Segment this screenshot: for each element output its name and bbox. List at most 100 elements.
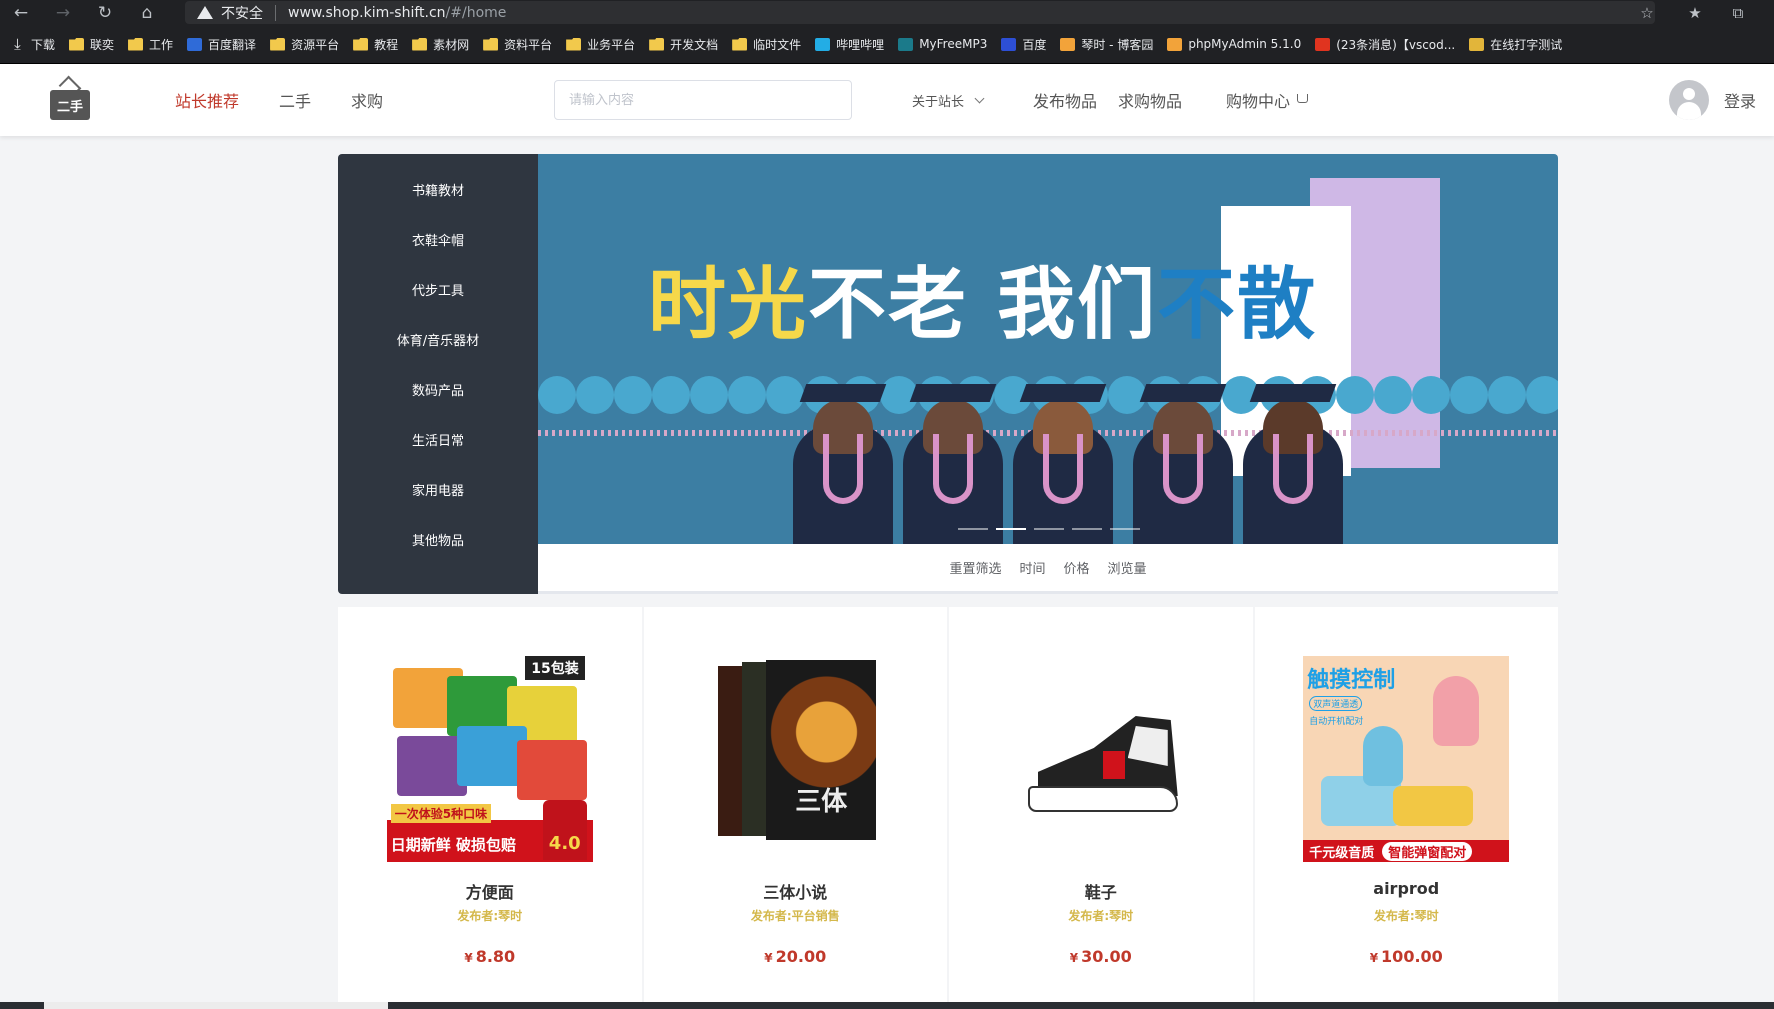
category-item[interactable]: 书籍教材	[338, 164, 538, 214]
product-name[interactable]: 方便面	[338, 879, 642, 903]
noodle-badge: 15包装	[525, 656, 585, 680]
nav-recommend[interactable]: 站长推荐	[175, 64, 239, 136]
bookmark-item[interactable]: 临时文件	[732, 36, 801, 53]
bookmark-item[interactable]: 琴时 - 博客园	[1060, 36, 1153, 53]
logo-board: 二手	[50, 90, 90, 120]
add-favorite-icon[interactable]: ☆	[1627, 0, 1667, 25]
translate-icon	[187, 37, 203, 51]
product-price: ¥20.00	[644, 947, 948, 966]
bookmark-item[interactable]: 在线打字测试	[1469, 36, 1562, 53]
bookmark-item[interactable]: 哔哩哔哩	[815, 36, 884, 53]
bookmark-item[interactable]: 素材网	[412, 36, 469, 53]
product-card[interactable]: 触摸控制 双声道通透 自动开机配对 千元级音质 智能弹窗配对 airprod 发…	[1254, 607, 1559, 1009]
filter-price[interactable]: 价格	[1064, 558, 1090, 577]
filter-reset[interactable]: 重置筛选	[949, 558, 1001, 577]
music-icon	[898, 37, 914, 51]
filter-time[interactable]: 时间	[1019, 558, 1045, 577]
product-image-shoe[interactable]	[998, 656, 1204, 862]
product-name[interactable]: 鞋子	[949, 879, 1253, 903]
category-item[interactable]: 生活日常	[338, 414, 538, 464]
category-menu: 书籍教材 衣鞋伞帽 代步工具 体育/音乐器材 数码产品 生活日常 家用电器 其他物品	[338, 154, 538, 594]
carousel-dot[interactable]	[1072, 528, 1102, 530]
back-arrow-icon[interactable]: ←	[0, 0, 42, 25]
product-card[interactable]: 鞋子 发布者:琴时 ¥30.00	[949, 607, 1253, 1009]
product-card[interactable]: 15包装 一次体验5种口味 日期新鲜 破损包赔 4.0 方便面 发布者:琴时 ¥…	[338, 607, 642, 1009]
category-item[interactable]: 家用电器	[338, 464, 538, 514]
product-image-book[interactable]: 三体	[692, 656, 898, 862]
category-item[interactable]: 数码产品	[338, 364, 538, 414]
favorites-icon[interactable]: ★	[1675, 0, 1715, 25]
bookmark-item[interactable]: (23条消息)【vscod...	[1315, 36, 1455, 53]
reload-icon[interactable]: ↻	[84, 0, 126, 25]
carousel-dot[interactable]	[958, 528, 988, 530]
price-value: 8.80	[475, 947, 516, 966]
banner-tree	[690, 376, 728, 414]
url-field[interactable]: 不安全 www.shop.kim-shift.cn /#/home	[185, 1, 1655, 24]
product-card[interactable]: 三体 三体小说 发布者:平台销售 ¥20.00	[643, 607, 948, 1009]
category-item[interactable]: 衣鞋伞帽	[338, 214, 538, 264]
product-price: ¥100.00	[1255, 947, 1559, 966]
carousel-dot[interactable]	[1034, 528, 1064, 530]
banner-tree	[1374, 376, 1412, 414]
site-logo[interactable]: 二手	[48, 75, 92, 124]
product-seller: 发布者:平台销售	[750, 909, 840, 923]
publish-link[interactable]: 发布物品	[1033, 64, 1097, 136]
product-image-noodles[interactable]: 15包装 一次体验5种口味 日期新鲜 破损包赔 4.0	[386, 656, 593, 862]
category-item[interactable]: 其他物品	[338, 514, 538, 564]
about-dropdown[interactable]: 关于站长	[912, 64, 985, 136]
banner-tree	[1450, 376, 1488, 414]
folder-icon	[649, 37, 665, 51]
product-image-earbuds[interactable]: 触摸控制 双声道通透 自动开机配对 千元级音质 智能弹窗配对	[1303, 656, 1510, 862]
bookmark-item[interactable]: 联奕	[69, 36, 114, 53]
banner-carousel[interactable]: 时光不老 我们不散	[538, 154, 1558, 544]
home-icon[interactable]: ⌂	[126, 0, 168, 25]
bookmarks-bar: ⤓ 下载 联奕 工作 百度翻译 资源平台 教程 素材网 资料平台 业务平台 开发文档 临时文件 哔哩哔哩…	[0, 25, 1774, 64]
currency-symbol: ¥	[464, 951, 473, 965]
graduate-figure	[1238, 374, 1348, 544]
collections-icon[interactable]: ⧉	[1718, 0, 1758, 25]
book-spine	[742, 662, 769, 836]
search-input[interactable]	[554, 80, 852, 120]
request-link[interactable]: 求购物品	[1118, 64, 1182, 136]
bookmark-item[interactable]: 工作	[128, 36, 173, 53]
carousel-dot[interactable]	[1110, 528, 1140, 530]
bookmark-item[interactable]: phpMyAdmin 5.1.0	[1167, 37, 1301, 51]
filter-views[interactable]: 浏览量	[1108, 558, 1147, 577]
cart-link[interactable]: 购物中心	[1226, 64, 1309, 136]
category-item[interactable]: 代步工具	[338, 264, 538, 314]
bookmark-item[interactable]: 百度	[1001, 36, 1046, 53]
bookmark-item[interactable]: 百度翻译	[187, 36, 256, 53]
download-icon: ⤓	[14, 35, 21, 53]
url-path: /#/home	[445, 4, 507, 21]
bookmark-item[interactable]: 开发文档	[649, 36, 718, 53]
bookmark-item[interactable]: 资料平台	[483, 36, 552, 53]
banner-title-part2: 不老 我们	[808, 260, 1158, 350]
earbuds-sub2: 自动开机配对	[1309, 717, 1364, 727]
currency-symbol: ¥	[1369, 951, 1379, 965]
bookmark-item[interactable]: ⤓ 下载	[10, 35, 56, 53]
product-grid: 15包装 一次体验5种口味 日期新鲜 破损包赔 4.0 方便面 发布者:琴时 ¥…	[338, 607, 1558, 1009]
product-name[interactable]: 三体小说	[644, 879, 948, 903]
avatar[interactable]	[1669, 80, 1709, 120]
browser-address-bar: ← → ↻ ⌂ 不安全 www.shop.kim-shift.cn /#/hom…	[0, 0, 1774, 25]
category-item[interactable]: 体育/音乐器材	[338, 314, 538, 364]
folder-icon	[69, 37, 85, 51]
graduate-figure	[788, 374, 898, 544]
forward-arrow-icon[interactable]: →	[42, 0, 84, 25]
bookmark-item[interactable]: MyFreeMP3	[898, 37, 987, 51]
carousel-dot-active[interactable]	[996, 528, 1026, 530]
noodle-tag-price: 4.0	[542, 800, 587, 860]
bookmark-item[interactable]: 资源平台	[270, 36, 339, 53]
graduate-figure	[1008, 374, 1118, 544]
bookmark-label: 下载	[31, 37, 56, 52]
bookmark-item[interactable]: 业务平台	[566, 36, 635, 53]
product-name[interactable]: airprod	[1255, 879, 1559, 898]
currency-symbol: ¥	[1069, 951, 1079, 965]
site-header: 二手 站长推荐 二手 求购 关于站长 发布物品 求购物品 购物中心 登录	[0, 64, 1774, 136]
category-list: 书籍教材 衣鞋伞帽 代步工具 体育/音乐器材 数码产品 生活日常 家用电器 其他物品	[338, 154, 538, 564]
nav-wanted[interactable]: 求购	[351, 64, 383, 136]
nav-secondhand[interactable]: 二手	[279, 64, 311, 136]
price-value: 100.00	[1381, 947, 1443, 966]
bookmark-item[interactable]: 教程	[353, 36, 398, 53]
login-link[interactable]: 登录	[1724, 64, 1756, 136]
